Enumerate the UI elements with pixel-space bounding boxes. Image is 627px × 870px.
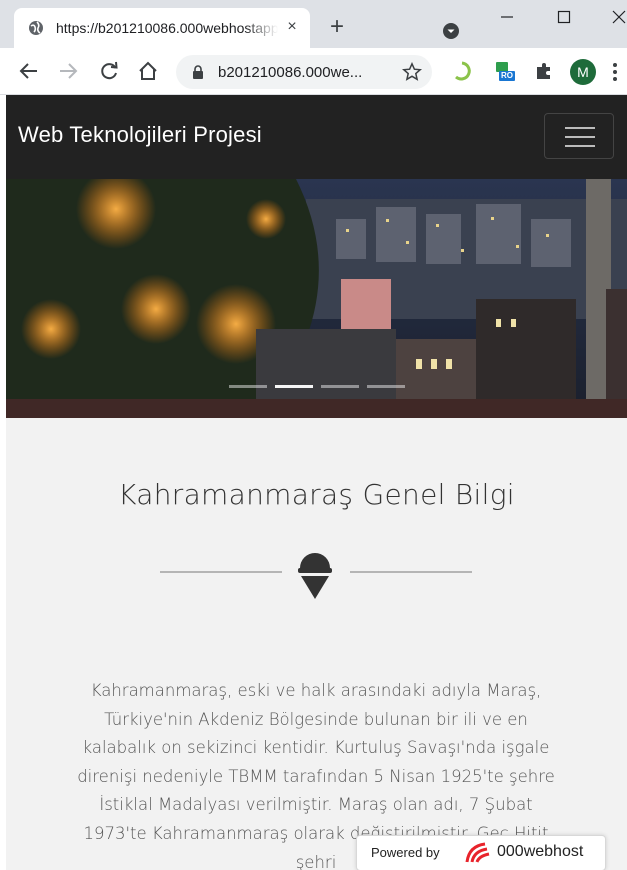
extension-ro-icon[interactable]: RO [494, 60, 516, 82]
hamburger-bar [565, 145, 595, 147]
city-night-photo [6, 179, 627, 418]
reload-icon[interactable] [98, 60, 120, 82]
browser-toolbar: b201210086.000we... RO M [0, 48, 627, 95]
web-page: Web Teknolojileri Projesi Kahramanmaraş … [6, 95, 627, 870]
powered-by-badge[interactable]: Powered by 000webhost [356, 835, 606, 870]
browser-tab[interactable]: https://b201210086.000webhostapp.com × [14, 8, 310, 48]
carousel-indicator[interactable] [367, 385, 405, 388]
tab-title: https://b201210086.000webhostapp.com [56, 20, 278, 36]
tab-close-icon[interactable]: × [282, 17, 302, 37]
new-tab-button[interactable]: + [326, 15, 348, 39]
tab-strip: https://b201210086.000webhostapp.com × + [0, 0, 627, 48]
carousel-indicators [229, 385, 405, 389]
extensions-puzzle-icon[interactable] [533, 60, 555, 82]
minimize-icon[interactable] [500, 10, 514, 24]
navbar-brand[interactable]: Web Teknolojileri Projesi [18, 122, 262, 148]
extension-crescent-icon[interactable] [451, 60, 473, 82]
maximize-icon[interactable] [557, 10, 571, 24]
divider-line-right [350, 571, 472, 573]
carousel-indicator[interactable] [229, 385, 267, 388]
section-title: Kahramanmaraş Genel Bilgi [118, 478, 515, 511]
lock-icon[interactable] [192, 65, 204, 79]
carousel-indicator[interactable] [275, 385, 313, 388]
more-menu-icon[interactable] [612, 62, 618, 82]
forward-icon[interactable] [57, 60, 79, 82]
extension-ro-badge: RO [501, 71, 513, 80]
hamburger-bar [565, 136, 595, 138]
bookmark-star-icon[interactable] [402, 62, 422, 82]
hero-carousel[interactable] [6, 179, 627, 418]
tab-search-icon[interactable] [442, 22, 460, 40]
window-close-icon[interactable] [611, 10, 627, 24]
globe-icon [29, 21, 43, 35]
000webhost-logo-icon [465, 842, 490, 863]
carousel-indicator[interactable] [321, 385, 359, 388]
divider-line-left [160, 571, 282, 573]
powered-by-name: 000webhost [497, 843, 584, 860]
powered-by-label: Powered by [371, 845, 440, 860]
navbar-toggle-button[interactable] [544, 113, 614, 159]
address-url[interactable]: b201210086.000we... [218, 64, 362, 81]
back-icon[interactable] [18, 60, 40, 82]
hamburger-bar [565, 127, 595, 129]
address-bar[interactable]: b201210086.000we... [176, 55, 432, 89]
profile-avatar[interactable]: M [570, 59, 596, 85]
home-icon[interactable] [137, 60, 159, 82]
ice-cream-icon [298, 553, 332, 599]
navbar: Web Teknolojileri Projesi [6, 95, 627, 179]
